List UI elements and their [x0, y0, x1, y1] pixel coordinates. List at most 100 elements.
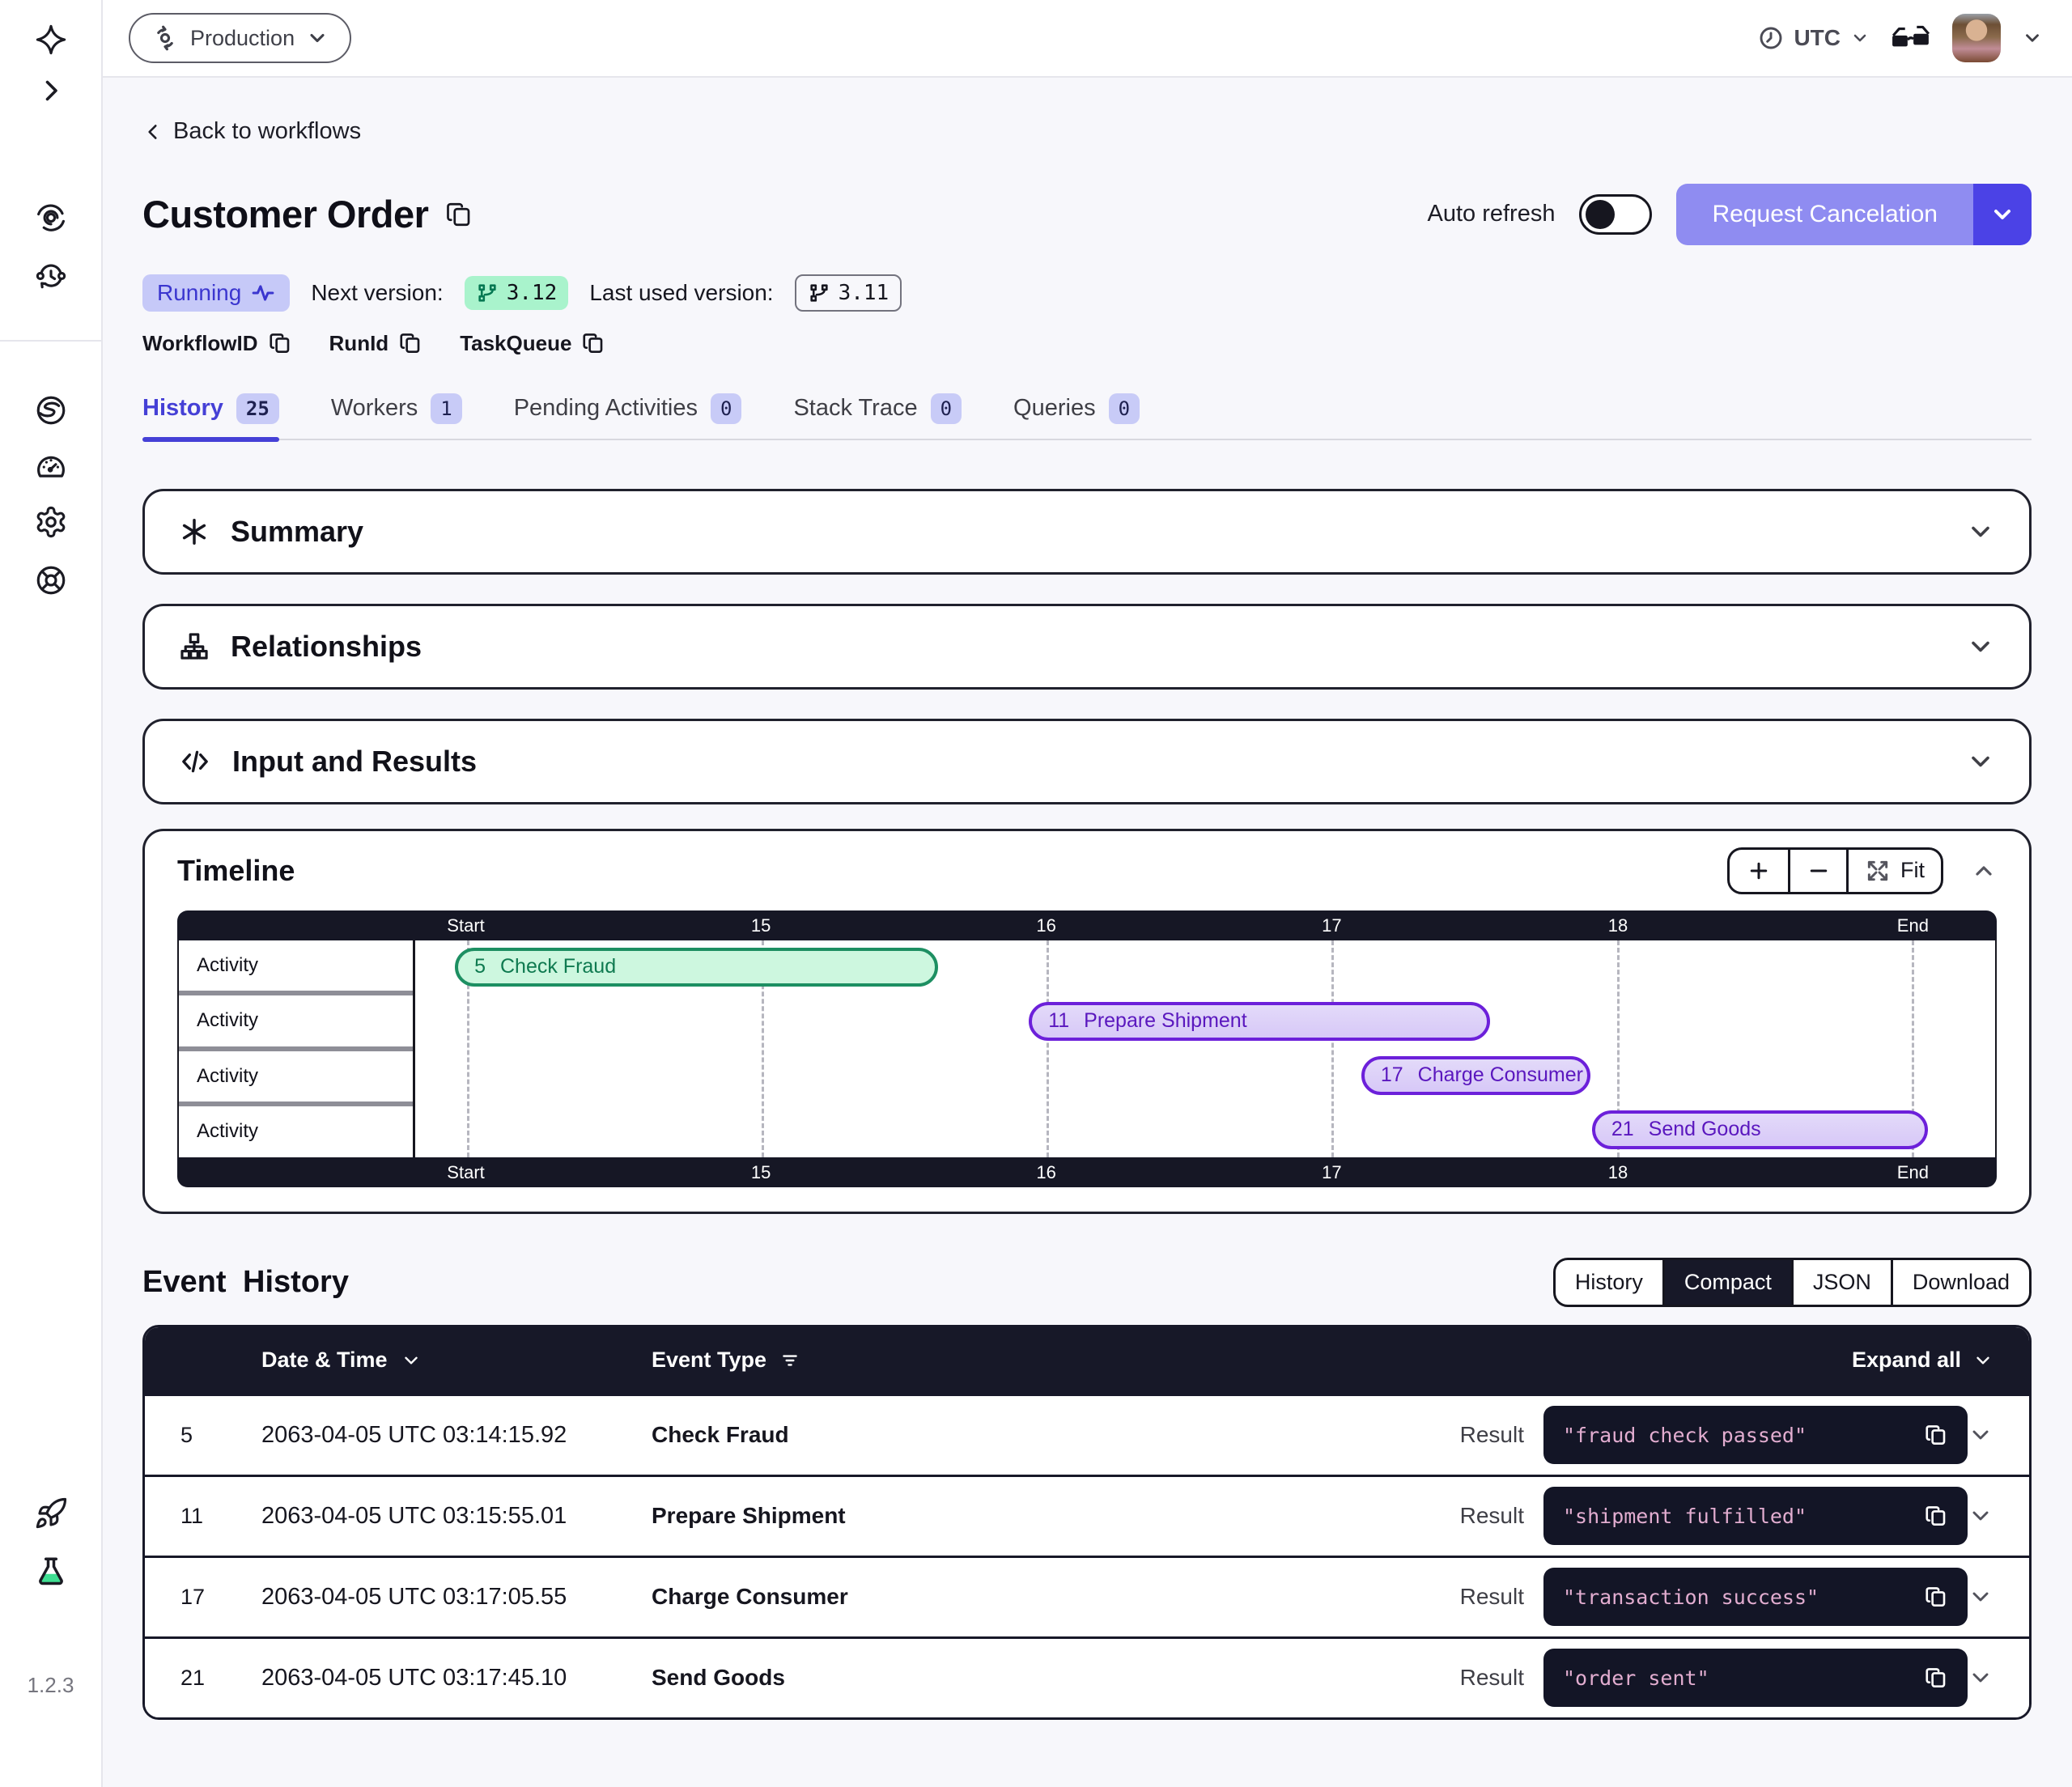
glasses-icon[interactable] — [1891, 25, 1931, 51]
next-version-label: Next version: — [311, 280, 443, 306]
workflows-icon[interactable] — [34, 201, 68, 235]
tab-queries[interactable]: Queries0 — [1013, 393, 1140, 439]
event-row-prepare-shipment[interactable]: 11 2063-04-05 UTC 03:15:55.01 Prepare Sh… — [145, 1475, 2029, 1556]
timeline-bar-check-fraud[interactable]: 5Check Fraud — [455, 948, 938, 987]
summary-section[interactable]: Summary — [142, 489, 2032, 575]
event-row-send-goods[interactable]: 21 2063-04-05 UTC 03:17:45.10 Send Goods… — [145, 1636, 2029, 1717]
view-compact-button[interactable]: Compact — [1662, 1260, 1791, 1305]
timeline-title: Timeline — [177, 854, 295, 888]
chevron-down-icon — [306, 27, 329, 49]
collapse-timeline-chevron-up-icon[interactable] — [1971, 858, 1997, 884]
chevron-left-icon — [142, 121, 163, 142]
support-lifebuoy-icon[interactable] — [34, 563, 68, 597]
event-type: Charge Consumer — [652, 1584, 1460, 1610]
last-version-badge: 3.11 — [795, 274, 902, 312]
nexus-icon[interactable] — [34, 393, 68, 427]
event-type: Send Goods — [652, 1665, 1460, 1691]
schedules-icon[interactable] — [34, 259, 68, 293]
app-logo-icon[interactable] — [34, 23, 68, 57]
event-row-check-fraud[interactable]: 5 2063-04-05 UTC 03:14:15.92 Check Fraud… — [145, 1394, 2029, 1475]
view-history-button[interactable]: History — [1556, 1260, 1662, 1305]
result-value-chip: "transaction success" — [1543, 1568, 1968, 1626]
fit-button[interactable]: Fit — [1846, 850, 1941, 892]
settings-gear-icon[interactable] — [34, 505, 68, 539]
zoom-in-button[interactable] — [1730, 850, 1788, 892]
event-type: Check Fraud — [652, 1422, 1460, 1448]
labs-flask-icon[interactable] — [34, 1555, 68, 1589]
filter-icon — [779, 1350, 800, 1371]
auto-refresh-toggle[interactable] — [1579, 194, 1652, 235]
cancelation-dropdown-button[interactable] — [1973, 184, 2032, 245]
event-datetime: 2063-04-05 UTC 03:17:05.55 — [261, 1584, 652, 1611]
expand-row-chevron-icon[interactable] — [1968, 1422, 1993, 1448]
fit-expand-icon — [1865, 858, 1891, 884]
copy-title-icon[interactable] — [444, 200, 473, 229]
tab-count-badge: 0 — [711, 393, 741, 424]
input-results-section[interactable]: Input and Results — [142, 719, 2032, 804]
section-title: Relationships — [231, 630, 422, 664]
event-id: 5 — [145, 1423, 261, 1448]
tab-count-badge: 0 — [931, 393, 962, 424]
timeline-bar-charge-consumer[interactable]: 17 Charge Consumer — [1361, 1056, 1590, 1095]
namespace-label: Production — [190, 26, 295, 51]
timeline-panel: Timeline Fit Start15161718End Activity — [142, 829, 2032, 1214]
expand-sidebar-chevron-right-icon[interactable] — [36, 76, 66, 105]
result-label: Result — [1460, 1503, 1524, 1529]
app-version: 1.2.3 — [28, 1673, 74, 1787]
user-avatar[interactable] — [1952, 14, 2001, 62]
clock-icon — [1758, 25, 1784, 51]
expand-row-chevron-icon[interactable] — [1968, 1584, 1993, 1610]
workflow-id-label: WorkflowID — [142, 331, 258, 356]
copy-task-queue-icon[interactable] — [581, 331, 605, 355]
bar-event-name: Charge Consumer — [1418, 1063, 1583, 1087]
tab-workers[interactable]: Workers1 — [331, 393, 462, 439]
timeline-label-column: Activity Activity Activity Activity — [179, 940, 415, 1157]
rocket-icon[interactable] — [34, 1496, 68, 1530]
timeline-bar-send-goods[interactable]: 21Send Goods — [1592, 1110, 1928, 1149]
copy-result-icon[interactable] — [1924, 1504, 1948, 1528]
event-id: 11 — [145, 1504, 261, 1529]
timeline-tick-label: 16 — [1036, 1157, 1055, 1187]
request-cancelation-button[interactable]: Request Cancelation — [1676, 184, 2032, 245]
bar-event-id: 17 — [1381, 1063, 1403, 1087]
expand-row-chevron-icon[interactable] — [1968, 1503, 1993, 1529]
bar-event-id: 21 — [1611, 1118, 1634, 1141]
topbar: Production UTC — [103, 0, 2072, 78]
event-datetime: 2063-04-05 UTC 03:15:55.01 — [261, 1503, 652, 1530]
namespace-switcher-button[interactable]: Production — [129, 13, 351, 63]
copy-result-icon[interactable] — [1924, 1585, 1948, 1609]
copy-result-icon[interactable] — [1924, 1666, 1948, 1690]
column-date-time[interactable]: Date & Time — [261, 1348, 652, 1373]
expand-row-chevron-icon[interactable] — [1968, 1665, 1993, 1691]
copy-result-icon[interactable] — [1924, 1423, 1948, 1447]
usage-gauge-icon[interactable] — [34, 448, 68, 482]
event-history-table: Date & Time Event Type Expand all 5 2063… — [142, 1325, 2032, 1720]
chevron-down-icon — [1989, 202, 2015, 227]
column-event-type[interactable]: Event Type — [652, 1348, 1852, 1373]
left-sidebar: 1.2.3 — [0, 0, 103, 1787]
event-row-charge-consumer[interactable]: 17 2063-04-05 UTC 03:17:05.55 Charge Con… — [145, 1556, 2029, 1636]
timezone-selector[interactable]: UTC — [1758, 25, 1870, 51]
relationships-section[interactable]: Relationships — [142, 604, 2032, 690]
expand-all-button[interactable]: Expand all — [1852, 1348, 1993, 1373]
chevron-down-icon — [1966, 632, 1995, 661]
timeline-row-label: Activity — [179, 940, 413, 991]
view-json-button[interactable]: JSON — [1791, 1260, 1891, 1305]
download-button[interactable]: Download — [1891, 1260, 2029, 1305]
event-datetime: 2063-04-05 UTC 03:17:45.10 — [261, 1665, 652, 1691]
copy-workflow-id-icon[interactable] — [268, 331, 292, 355]
result-value: "shipment fulfilled" — [1563, 1505, 1807, 1528]
request-cancelation-label[interactable]: Request Cancelation — [1676, 184, 1973, 245]
timeline-bar-prepare-shipment[interactable]: 11Prepare Shipment — [1029, 1002, 1490, 1041]
zoom-out-button[interactable] — [1788, 850, 1846, 892]
copy-run-id-icon[interactable] — [398, 331, 422, 355]
tab-pending-activities[interactable]: Pending Activities0 — [514, 393, 742, 439]
version-branch-icon — [808, 282, 830, 304]
tab-history[interactable]: History25 — [142, 393, 279, 439]
timeline-row-label: Activity — [179, 1101, 413, 1157]
account-menu-chevron-icon[interactable] — [2022, 28, 2043, 49]
plus-icon — [1747, 859, 1771, 883]
tab-stack-trace[interactable]: Stack Trace0 — [793, 393, 962, 439]
timeline-tick-label: 15 — [751, 1157, 771, 1187]
back-to-workflows-link[interactable]: Back to workflows — [142, 118, 361, 145]
